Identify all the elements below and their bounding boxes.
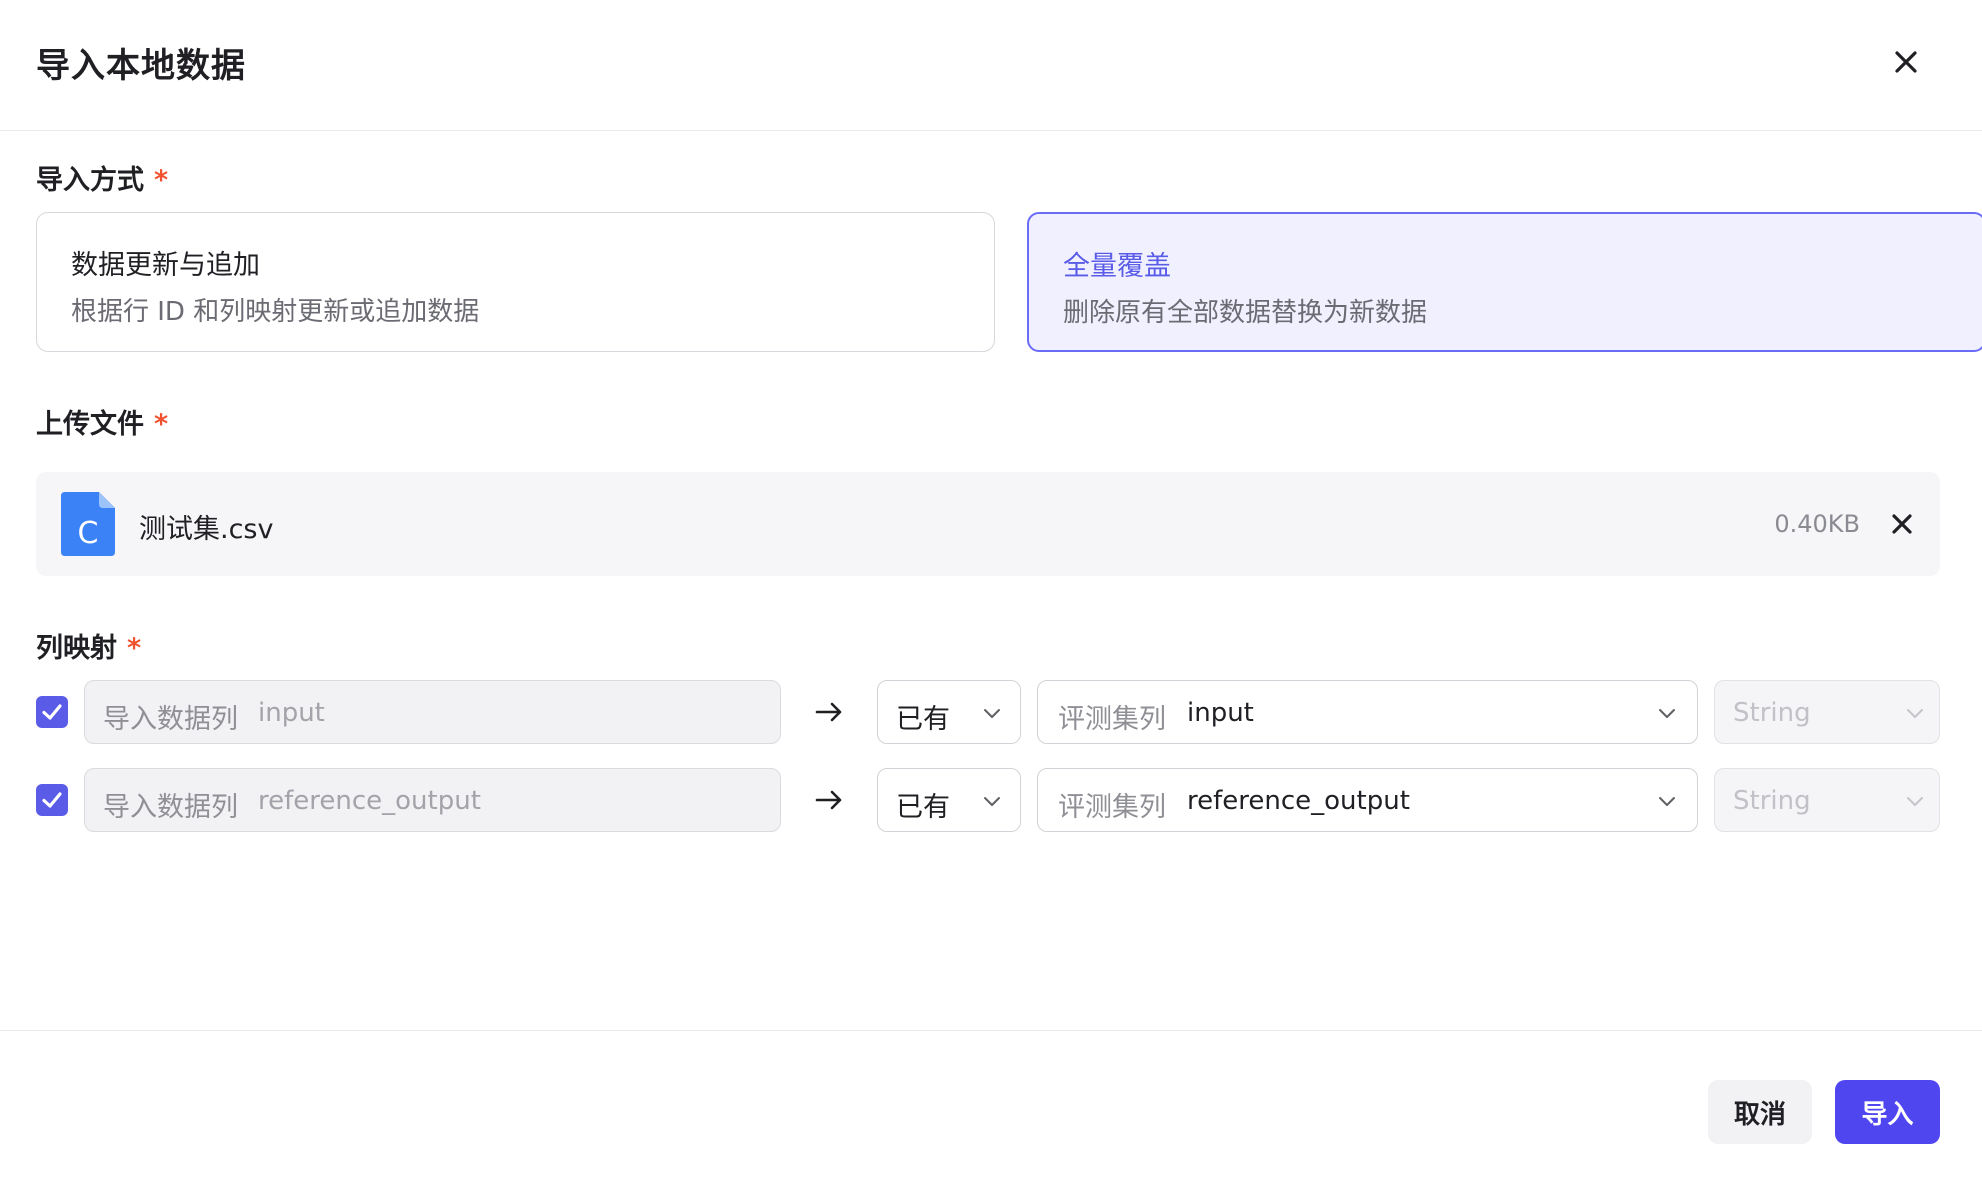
upload-file-label-text: 上传文件 (36, 409, 144, 440)
dialog-title: 导入本地数据 (36, 46, 246, 86)
source-column-label: 导入数据列 (103, 704, 238, 735)
target-column-select[interactable]: 评测集列 reference_output (1037, 768, 1698, 832)
source-column-value: input (258, 698, 325, 728)
column-status-select[interactable]: 已有 (877, 680, 1021, 744)
required-mark: * (154, 409, 169, 440)
import-mode-label-text: 导入方式 (36, 165, 144, 196)
source-column-field: 导入数据列 reference_output (84, 768, 781, 832)
csv-file-icon: C (61, 492, 115, 556)
mode-option-update-append[interactable]: 数据更新与追加 根据行 ID 和列映射更新或追加数据 (36, 212, 995, 352)
uploaded-file-item: C 测试集.csv 0.40KB (36, 472, 1940, 576)
chevron-down-icon (1907, 797, 1923, 806)
column-mapping-label-text: 列映射 (36, 633, 117, 664)
mapping-row-checkbox[interactable] (36, 784, 68, 816)
remove-file-button[interactable] (1888, 510, 1916, 538)
target-column-value: reference_output (1187, 786, 1410, 816)
column-mapping-label: 列映射 * (36, 626, 141, 665)
file-icon-letter: C (78, 516, 99, 551)
mode-option-full-overwrite[interactable]: 全量覆盖 删除原有全部数据替换为新数据 (1027, 212, 1982, 352)
file-name: 测试集.csv (139, 514, 274, 545)
checkmark-icon (42, 792, 62, 808)
target-column-label: 评测集列 (1058, 792, 1166, 823)
mapping-row-checkbox[interactable] (36, 696, 68, 728)
chevron-down-icon (984, 797, 1000, 806)
mode-option-description: 删除原有全部数据替换为新数据 (1063, 298, 1428, 328)
import-mode-label: 导入方式 * (36, 158, 168, 197)
column-status-value: 已有 (896, 792, 950, 823)
source-column-value: reference_output (258, 786, 481, 816)
source-column-field: 导入数据列 input (84, 680, 781, 744)
dialog-header: 导入本地数据 (0, 0, 1982, 131)
target-column-label: 评测集列 (1058, 704, 1166, 735)
data-type-select[interactable]: String (1714, 680, 1940, 744)
source-column-label: 导入数据列 (103, 792, 238, 823)
import-button[interactable]: 导入 (1835, 1080, 1940, 1144)
data-type-select[interactable]: String (1714, 768, 1940, 832)
file-size: 0.40KB (1774, 510, 1860, 538)
column-status-value: 已有 (896, 704, 950, 735)
cancel-button[interactable]: 取消 (1708, 1080, 1812, 1144)
close-icon (1895, 51, 1917, 73)
chevron-down-icon (1659, 709, 1675, 718)
footer-divider (0, 1030, 1982, 1031)
target-column-select[interactable]: 评测集列 input (1037, 680, 1698, 744)
data-type-value: String (1733, 786, 1811, 816)
column-status-select[interactable]: 已有 (877, 768, 1021, 832)
chevron-down-icon (984, 709, 1000, 718)
arrow-right-icon (815, 790, 842, 810)
data-type-value: String (1733, 698, 1811, 728)
close-dialog-button[interactable] (1888, 44, 1924, 80)
mode-option-description: 根据行 ID 和列映射更新或追加数据 (71, 297, 480, 327)
required-mark: * (154, 165, 169, 196)
checkmark-icon (42, 704, 62, 720)
close-icon (1892, 514, 1912, 534)
upload-file-label: 上传文件 * (36, 402, 168, 441)
chevron-down-icon (1659, 797, 1675, 806)
chevron-down-icon (1907, 709, 1923, 718)
target-column-value: input (1187, 698, 1254, 728)
mode-option-title: 数据更新与追加 (71, 250, 260, 281)
mode-option-title: 全量覆盖 (1063, 251, 1171, 282)
arrow-right-icon (815, 702, 842, 722)
required-mark: * (127, 633, 142, 664)
